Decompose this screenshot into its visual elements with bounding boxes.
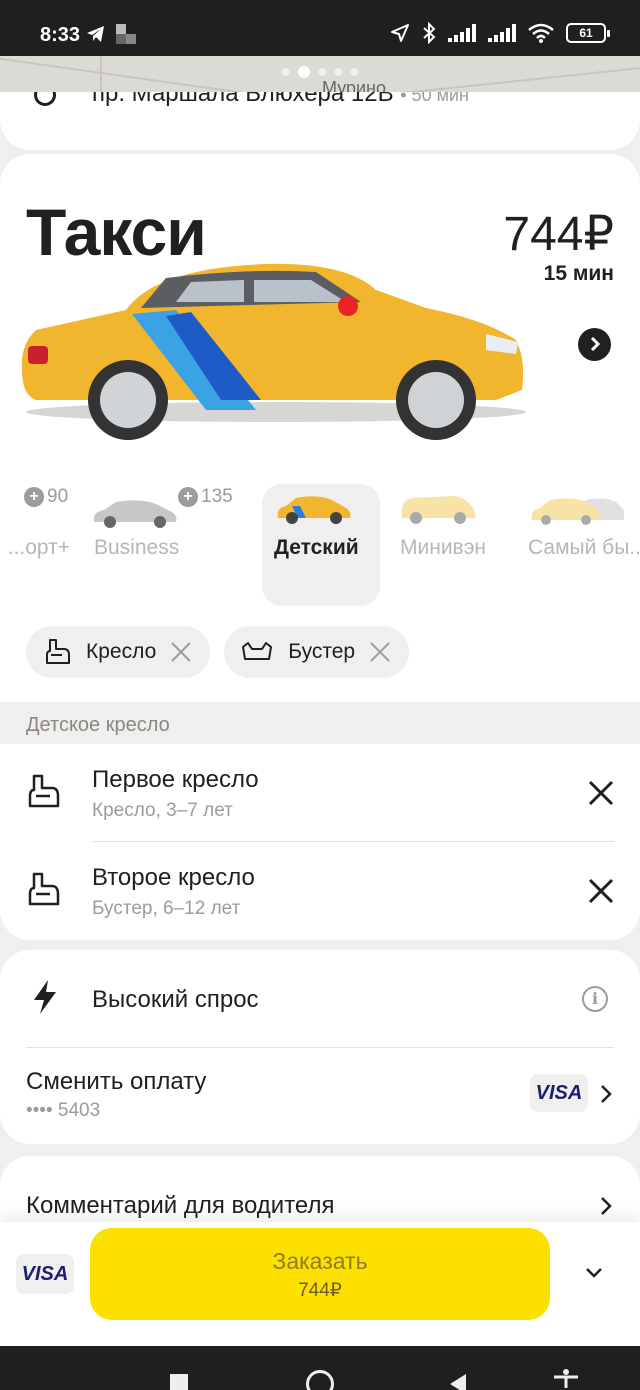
address-card[interactable]: пр. Маршала Блюхера 12В • 50 мин bbox=[0, 92, 640, 150]
tariff-label: Business bbox=[94, 536, 180, 559]
order-button[interactable]: Заказать 744₽ bbox=[90, 1228, 550, 1320]
location-arrow-icon bbox=[391, 24, 409, 42]
seat-title: Первое кресло bbox=[92, 766, 259, 793]
tariff-item-minivan[interactable]: Минивэн bbox=[398, 484, 508, 606]
chip-label: Кресло bbox=[86, 640, 157, 663]
tariff-eta: 15 мин bbox=[543, 262, 614, 285]
payment-label: Сменить оплату bbox=[26, 1068, 207, 1095]
info-icon[interactable]: i bbox=[582, 986, 608, 1012]
close-icon[interactable] bbox=[170, 641, 192, 663]
order-options-card: Высокий спрос i Сменить оплату •••• 5403… bbox=[0, 950, 640, 1144]
app-notification-icon bbox=[116, 24, 136, 44]
order-bar: VISA Заказать 744₽ bbox=[0, 1222, 640, 1346]
child-seats-list: Первое кресло Кресло, 3–7 лет Второе кре… bbox=[0, 744, 640, 940]
remove-seat-icon[interactable] bbox=[588, 780, 614, 806]
pickup-point-icon bbox=[34, 92, 56, 106]
chip-seat[interactable]: Кресло bbox=[26, 626, 211, 678]
chip-label: Бустер bbox=[288, 640, 356, 663]
tariff-title: Такси bbox=[26, 195, 207, 269]
back-button[interactable] bbox=[448, 1374, 468, 1390]
accessibility-icon[interactable] bbox=[552, 1368, 580, 1388]
home-button[interactable] bbox=[306, 1370, 334, 1390]
child-seat-chips: Кресло Бустер bbox=[26, 626, 410, 678]
status-bar: 8:33 61 bbox=[0, 0, 640, 56]
car-thumb bbox=[531, 498, 624, 525]
page-dot-active bbox=[298, 66, 310, 78]
high-demand-row[interactable]: Высокий спрос i bbox=[0, 950, 640, 1046]
lightning-icon bbox=[34, 980, 56, 1014]
seat-row-second[interactable]: Второе кресло Бустер, 6–12 лет bbox=[0, 842, 640, 940]
page-indicator bbox=[0, 66, 640, 78]
child-seat-icon bbox=[28, 872, 60, 906]
chip-booster[interactable]: Бустер bbox=[224, 626, 410, 678]
close-icon[interactable] bbox=[369, 641, 391, 663]
recent-apps-button[interactable] bbox=[170, 1374, 188, 1390]
driver-comment-label: Комментарий для водителя bbox=[26, 1192, 335, 1219]
chevron-right-icon bbox=[590, 336, 600, 352]
tariff-bonus: 135 bbox=[201, 486, 233, 507]
card-number: •••• 5403 bbox=[26, 1100, 101, 1121]
child-seat-icon bbox=[46, 639, 70, 664]
remove-seat-icon[interactable] bbox=[588, 878, 614, 904]
page-dot bbox=[334, 68, 342, 76]
visa-logo: VISA bbox=[530, 1074, 588, 1112]
booster-seat-icon bbox=[242, 642, 273, 660]
order-button-price: 744₽ bbox=[298, 1280, 342, 1301]
tariff-label: Детский bbox=[274, 536, 359, 559]
tariff-label: ...орт+ bbox=[7, 536, 70, 559]
seat-title: Второе кресло bbox=[92, 864, 255, 891]
plus-points-icon: + bbox=[178, 487, 198, 507]
tariff-bonus: 90 bbox=[47, 486, 69, 507]
payment-method-row[interactable]: Сменить оплату •••• 5403 VISA bbox=[0, 1048, 640, 1144]
tariff-label: Самый бы... bbox=[528, 536, 640, 559]
tariff-card: Такси 744₽ 15 мин +90 ...орт+ +135 Busin… bbox=[0, 154, 640, 702]
pickup-address: пр. Маршала Блюхера 12В bbox=[92, 92, 394, 107]
order-button-label: Заказать bbox=[272, 1248, 368, 1274]
seat-row-first[interactable]: Первое кресло Кресло, 3–7 лет bbox=[0, 744, 640, 842]
tariff-selector: +90 ...орт+ +135 Business Детский Минивэ… bbox=[0, 484, 640, 614]
pickup-eta: • 50 мин bbox=[400, 92, 469, 105]
tariff-item-comfort-plus[interactable]: +90 ...орт+ bbox=[0, 484, 70, 606]
page-dot bbox=[318, 68, 326, 76]
seat-subtitle: Кресло, 3–7 лет bbox=[92, 800, 233, 821]
tariff-item-business[interactable]: +135 Business bbox=[90, 484, 240, 606]
signal-icon-2 bbox=[488, 24, 516, 42]
payment-visa-button[interactable]: VISA bbox=[16, 1254, 74, 1294]
child-seat-icon bbox=[28, 774, 60, 808]
next-tariff-button[interactable] bbox=[578, 328, 611, 361]
taxi-car-image bbox=[16, 250, 536, 495]
seat-subtitle: Бустер, 6–12 лет bbox=[92, 898, 241, 919]
tariff-label: Минивэн bbox=[400, 536, 487, 559]
bluetooth-icon bbox=[423, 22, 436, 44]
chevron-right-icon bbox=[601, 1197, 612, 1215]
tariff-item-kids[interactable]: Детский bbox=[262, 484, 380, 606]
page-dot bbox=[350, 68, 358, 76]
signal-icon bbox=[448, 24, 476, 42]
tariff-item-cheapest[interactable]: Самый бы... bbox=[528, 484, 640, 606]
section-heading: Детское кресло bbox=[0, 704, 640, 744]
page-dot bbox=[282, 68, 290, 76]
high-demand-label: Высокий спрос bbox=[92, 986, 259, 1013]
battery-indicator: 61 bbox=[566, 23, 610, 43]
car-thumb bbox=[401, 496, 476, 524]
chevron-right-icon bbox=[601, 1085, 612, 1103]
system-nav-bar bbox=[0, 1346, 640, 1390]
telegram-icon bbox=[87, 26, 104, 42]
car-thumb bbox=[93, 500, 177, 528]
chevron-down-icon[interactable] bbox=[584, 1266, 604, 1280]
section-heading-text: Детское кресло bbox=[26, 714, 170, 736]
plus-points-icon: + bbox=[24, 487, 44, 507]
car-thumb bbox=[277, 496, 351, 524]
wifi-icon bbox=[528, 23, 554, 43]
clock: 8:33 bbox=[40, 24, 81, 46]
tariff-price: 744₽ bbox=[503, 208, 614, 261]
